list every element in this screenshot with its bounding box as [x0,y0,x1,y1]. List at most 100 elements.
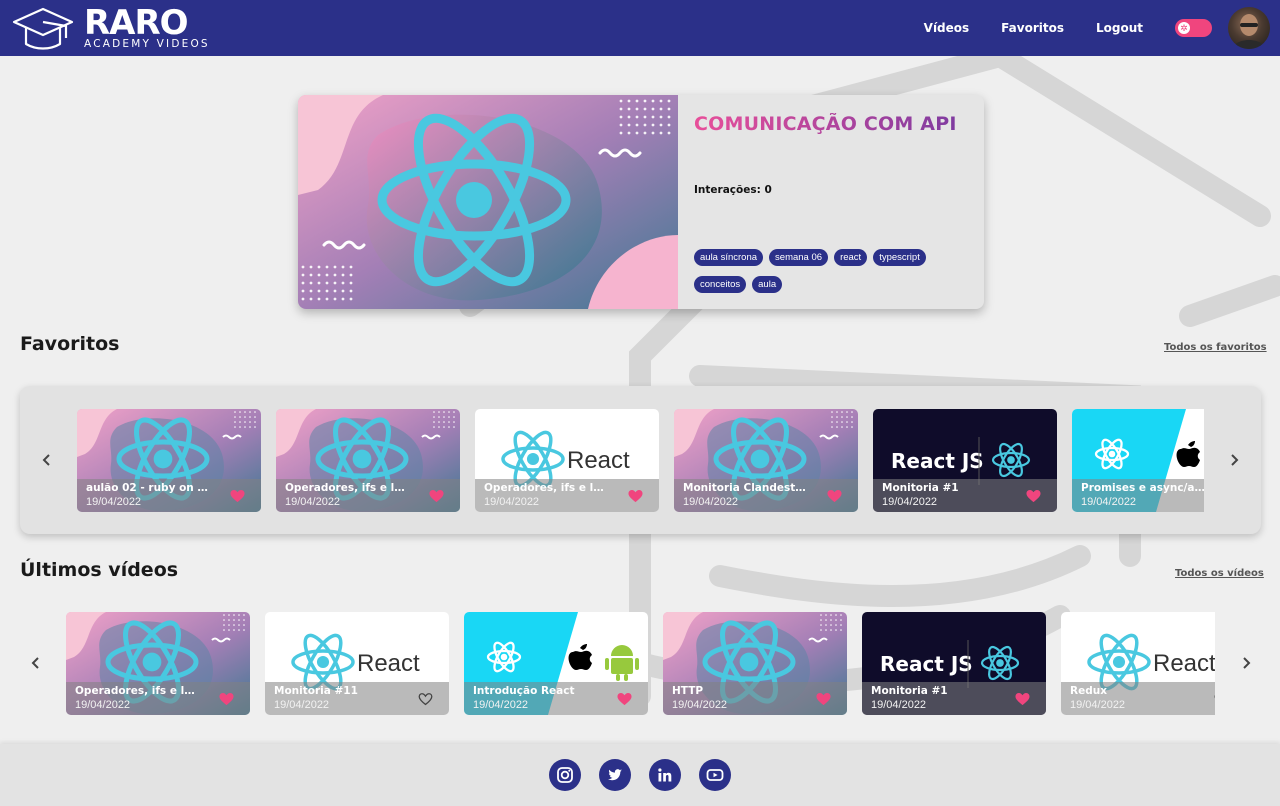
latest-prev-button[interactable] [26,653,46,673]
video-date: 19/04/2022 [75,699,131,711]
heart-filled-icon[interactable] [827,489,842,503]
video-caption: Operadores, ifs e loops ... 19/04/2022 [276,479,460,512]
favorites-next-button[interactable] [1224,450,1244,470]
featured-interactions: Interações: 0 [694,184,772,196]
video-caption: Introdução React 19/04/2022 [464,682,648,715]
theme-toggle[interactable]: ✲ [1175,19,1212,37]
video-title: Operadores, ifs e loops ... [285,482,410,494]
tag-chip[interactable]: aula [752,276,783,293]
favorites-heading: Favoritos [20,333,120,355]
video-caption: Promises e async/await ... 19/04/2022 [1072,479,1204,512]
video-card[interactable]: Introdução React 19/04/2022 [464,612,648,715]
tag-chip[interactable]: aula síncrona [694,249,764,266]
heart-filled-icon[interactable] [1015,692,1030,706]
logo-title: RARO [84,3,189,44]
video-caption: HTTP 19/04/2022 [663,682,847,715]
video-title: Monitoria #1 [871,685,948,697]
heart-outline-icon[interactable] [418,692,433,706]
nav-favorites-link[interactable]: Favoritos [1001,21,1064,35]
video-title: Monitoria #1 [882,482,959,494]
latest-videos-carousel: Operadores, ifs e loops ... 19/04/2022 R… [66,612,1215,715]
video-caption: aulão 02 - ruby on rails 19/04/2022 [77,479,261,512]
video-date: 19/04/2022 [86,496,142,508]
featured-video-card[interactable]: COMUNICAÇÃO COM API Interações: 0 aula s… [298,95,984,309]
latest-next-button[interactable] [1236,653,1256,673]
heart-filled-icon[interactable] [1026,489,1041,503]
video-card[interactable]: HTTP 19/04/2022 [663,612,847,715]
video-title: Monitoria Clandestina #1 [683,482,808,494]
heart-filled-icon[interactable] [230,489,245,503]
tag-chip[interactable]: react [834,249,868,266]
heart-filled-icon[interactable] [219,692,234,706]
video-card[interactable]: Operadores, ifs e loops ... 19/04/2022 [66,612,250,715]
video-date: 19/04/2022 [484,496,540,508]
tag-chip[interactable]: typescript [873,249,926,266]
favorites-carousel: aulão 02 - ruby on rails 19/04/2022 Oper… [77,409,1204,512]
latest-videos-heading: Últimos vídeos [20,559,179,581]
video-date: 19/04/2022 [473,699,529,711]
video-date: 19/04/2022 [274,699,330,711]
heart-filled-icon[interactable] [628,489,643,503]
heart-filled-icon[interactable] [429,489,444,503]
video-date: 19/04/2022 [285,496,341,508]
featured-title[interactable]: COMUNICAÇÃO COM API [694,113,968,135]
video-card[interactable]: React Redux 19/04/2022 [1061,612,1215,715]
top-navbar: RARO ACADEMY VIDEOS Vídeos Favoritos Log… [0,0,1280,56]
chevron-right-icon [1231,454,1239,466]
featured-tags: aula síncrona semana 06 react typescript… [694,249,964,293]
video-caption: Redux 19/04/2022 [1061,682,1215,715]
featured-thumbnail[interactable] [298,95,678,309]
linkedin-icon[interactable] [649,759,681,791]
raro-logo[interactable]: RARO ACADEMY VIDEOS [12,3,212,53]
video-title: Operadores, ifs e loops ... [75,685,200,697]
svg-text:React: React [357,650,420,677]
youtube-icon[interactable] [699,759,731,791]
video-title: HTTP [672,685,704,697]
video-date: 19/04/2022 [1070,699,1126,711]
video-date: 19/04/2022 [882,496,938,508]
chevron-right-icon [1243,657,1251,669]
tag-chip[interactable]: conceitos [694,276,747,293]
video-date: 19/04/2022 [871,699,927,711]
instagram-icon[interactable] [549,759,581,791]
video-caption: Monitoria #11 19/04/2022 [265,682,449,715]
video-card[interactable]: Monitoria Clandestina #1 19/04/2022 [674,409,858,512]
all-favorites-link[interactable]: Todos os favoritos [1164,342,1267,353]
video-date: 19/04/2022 [683,496,739,508]
video-caption: Operadores, ifs e loops ... 19/04/2022 [475,479,659,512]
video-date: 19/04/2022 [672,699,728,711]
nav-logout-link[interactable]: Logout [1096,21,1143,35]
svg-text:React: React [1153,650,1215,677]
video-caption: Monitoria #1 19/04/2022 [862,682,1046,715]
tag-chip[interactable]: semana 06 [769,249,829,266]
all-videos-link[interactable]: Todos os vídeos [1175,568,1264,579]
video-title: Redux [1070,685,1107,697]
svg-text:React JS: React JS [880,652,973,676]
twitter-icon[interactable] [599,759,631,791]
svg-text:React JS: React JS [891,449,984,473]
user-avatar[interactable] [1228,7,1270,49]
react-logo-thumbnail [298,95,678,309]
heart-filled-icon[interactable] [816,692,831,706]
video-card[interactable]: aulão 02 - ruby on rails 19/04/2022 [77,409,261,512]
video-title: aulão 02 - ruby on rails [86,482,211,494]
logo-subtitle: ACADEMY VIDEOS [84,38,210,51]
video-card[interactable]: React JS Monitoria #1 19/04/2022 [873,409,1057,512]
favorites-prev-button[interactable] [37,450,57,470]
video-card[interactable]: React Monitoria #11 19/04/2022 [265,612,449,715]
heart-filled-icon[interactable] [617,692,632,706]
video-card[interactable]: React Operadores, ifs e loops ... 19/04/… [475,409,659,512]
featured-info: COMUNICAÇÃO COM API Interações: 0 aula s… [678,95,984,309]
nav-videos-link[interactable]: Vídeos [924,21,970,35]
footer [0,744,1280,806]
video-card[interactable]: Promises e async/await ... 19/04/2022 [1072,409,1204,512]
heart-outline-icon[interactable] [1214,692,1215,706]
chevron-left-icon [42,454,50,466]
graduation-cap-icon [12,7,74,50]
video-date: 19/04/2022 [1081,496,1137,508]
video-caption: Operadores, ifs e loops ... 19/04/2022 [66,682,250,715]
chevron-left-icon [31,657,39,669]
video-card[interactable]: Operadores, ifs e loops ... 19/04/2022 [276,409,460,512]
video-card[interactable]: React JS Monitoria #1 19/04/2022 [862,612,1046,715]
video-title: Promises e async/await ... [1081,482,1204,494]
